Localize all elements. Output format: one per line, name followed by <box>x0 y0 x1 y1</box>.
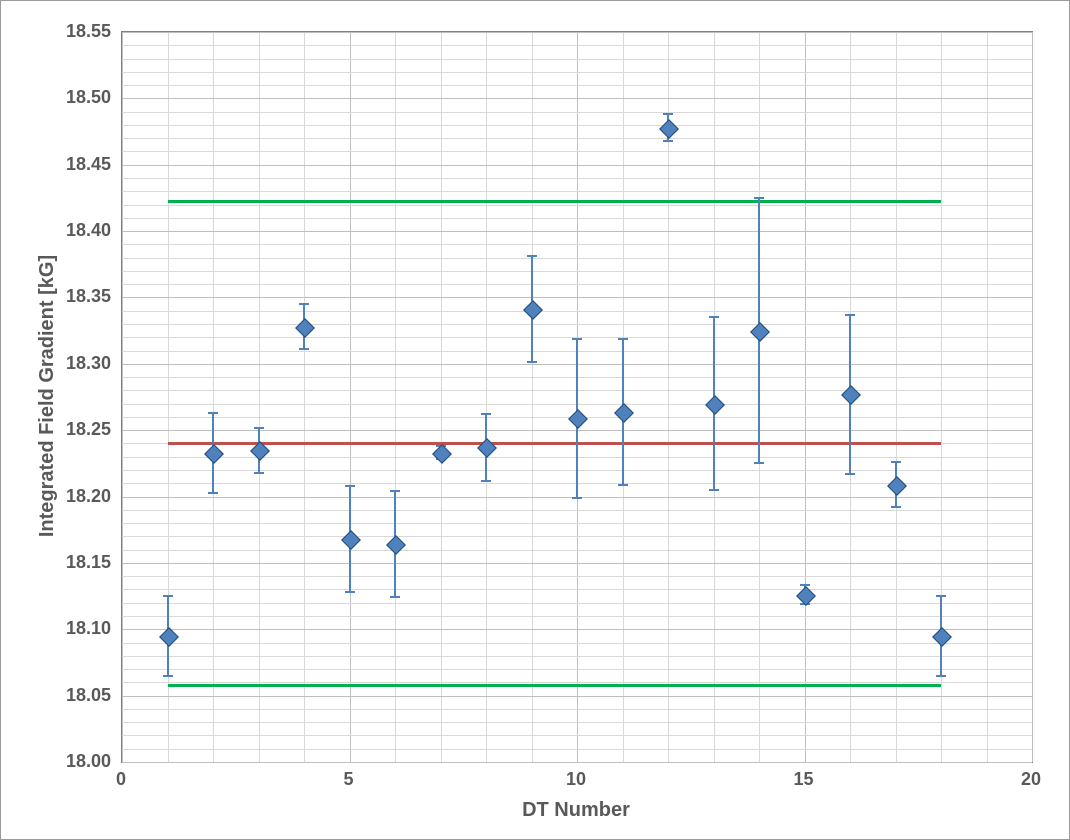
y-tick-label: 18.25 <box>51 419 111 440</box>
diamond-marker-icon <box>295 318 315 338</box>
plot-area <box>121 31 1033 763</box>
y-tick-label: 18.10 <box>51 618 111 639</box>
y-tick-label: 18.40 <box>51 220 111 241</box>
diamond-marker-icon <box>568 409 588 429</box>
diamond-marker-icon <box>841 385 861 405</box>
x-tick-label: 15 <box>784 769 824 790</box>
diamond-marker-icon <box>614 403 634 423</box>
y-tick-label: 18.20 <box>51 486 111 507</box>
x-axis-label: DT Number <box>476 799 676 822</box>
y-tick-label: 18.30 <box>51 353 111 374</box>
diamond-marker-icon <box>887 476 907 496</box>
y-tick-label: 18.45 <box>51 154 111 175</box>
diamond-marker-icon <box>523 300 543 320</box>
diamond-marker-icon <box>386 535 406 555</box>
diamond-marker-icon <box>705 395 725 415</box>
diamond-marker-icon <box>204 444 224 464</box>
diamond-marker-icon <box>659 119 679 139</box>
x-tick-label: 20 <box>1011 769 1051 790</box>
y-tick-label: 18.05 <box>51 685 111 706</box>
reference-line-upper <box>168 200 942 203</box>
reference-line-nominal <box>168 442 942 445</box>
y-tick-label: 18.35 <box>51 286 111 307</box>
y-tick-label: 18.50 <box>51 87 111 108</box>
y-tick-label: 18.15 <box>51 552 111 573</box>
chart-frame: DT Number Integrated Field Gradient [kG]… <box>0 0 1070 840</box>
reference-line-lower <box>168 684 942 687</box>
y-tick-label: 18.55 <box>51 21 111 42</box>
y-tick-label: 18.00 <box>51 751 111 772</box>
diamond-marker-icon <box>341 530 361 550</box>
x-tick-label: 10 <box>556 769 596 790</box>
x-tick-label: 0 <box>101 769 141 790</box>
x-tick-label: 5 <box>329 769 369 790</box>
